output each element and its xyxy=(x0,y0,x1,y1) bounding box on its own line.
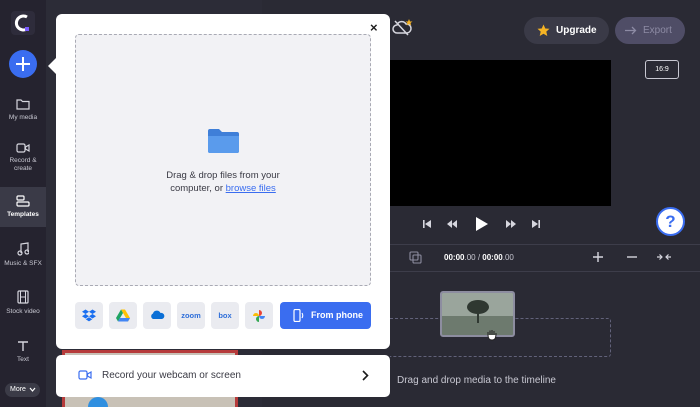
popup-pointer xyxy=(48,58,56,74)
grab-hand-cursor-icon xyxy=(487,330,497,341)
video-camera-icon xyxy=(16,143,30,153)
timeline-drop-hint: Drag and drop media to the timeline xyxy=(397,375,556,386)
record-label: Record your webcam or screen xyxy=(102,370,241,381)
skip-to-start-icon[interactable] xyxy=(422,219,432,229)
timeline-toolbar xyxy=(390,244,700,272)
google-photos-icon xyxy=(253,310,265,322)
rewind-icon[interactable] xyxy=(446,219,458,229)
left-rail: My media Record & create Templates Music … xyxy=(0,0,46,407)
fast-forward-icon[interactable] xyxy=(505,219,517,229)
help-button[interactable]: ? xyxy=(656,207,685,236)
onedrive-button[interactable] xyxy=(143,302,171,329)
arrow-right-icon xyxy=(625,26,637,35)
clipchamp-logo-icon[interactable] xyxy=(9,9,37,37)
file-drop-area[interactable] xyxy=(75,34,371,286)
box-button[interactable]: box xyxy=(211,302,239,329)
zoom-in-icon[interactable] xyxy=(592,251,604,263)
export-label: Export xyxy=(643,25,672,36)
onedrive-icon xyxy=(151,310,165,319)
video-preview xyxy=(390,60,611,206)
export-button[interactable]: Export xyxy=(615,17,685,44)
google-drive-button[interactable] xyxy=(109,302,137,329)
box-logo-text: box xyxy=(218,311,232,320)
sidebar-item-music-sfx[interactable]: Music & SFX xyxy=(0,242,46,268)
chevron-right-icon xyxy=(362,370,369,381)
from-phone-button[interactable]: From phone xyxy=(280,302,371,329)
sidebar-item-my-media[interactable]: My media xyxy=(0,98,46,122)
drop-instructions: Drag & drop files from your computer, or… xyxy=(166,170,280,194)
dragged-media-clip[interactable] xyxy=(440,291,515,337)
google-drive-icon xyxy=(116,309,130,322)
clip-thumbnail-trunk xyxy=(477,311,479,323)
folder-icon xyxy=(208,129,239,153)
more-label: More xyxy=(10,386,26,393)
sidebar-item-record-create[interactable]: Record & create xyxy=(0,143,46,173)
video-camera-icon xyxy=(78,370,92,380)
music-note-icon xyxy=(17,242,29,256)
aspect-ratio-button[interactable]: 16:9 xyxy=(645,60,679,79)
dropbox-button[interactable] xyxy=(75,302,103,329)
google-photos-button[interactable] xyxy=(245,302,273,329)
browse-files-link[interactable]: browse files xyxy=(226,183,276,194)
sidebar-item-label: Music & SFX xyxy=(4,260,42,267)
create-new-button[interactable] xyxy=(9,50,37,78)
cloud-sync-icon[interactable] xyxy=(392,18,414,41)
sidebar-item-label: Templates xyxy=(7,211,39,218)
fit-timeline-icon[interactable] xyxy=(656,253,672,261)
zoom-logo-text: zoom xyxy=(181,311,201,320)
sidebar-item-stock-video[interactable]: Stock video xyxy=(0,290,46,316)
film-icon xyxy=(17,290,29,304)
text-icon xyxy=(18,341,28,351)
sidebar-item-templates[interactable]: Templates xyxy=(0,187,46,227)
zoom-button[interactable]: zoom xyxy=(177,302,205,329)
sidebar-item-label: Stock video xyxy=(6,308,40,315)
more-button[interactable]: More xyxy=(5,383,40,397)
record-webcam-screen-option[interactable]: Record your webcam or screen xyxy=(56,355,390,397)
close-popup-button[interactable]: × xyxy=(370,21,378,34)
play-icon[interactable] xyxy=(475,216,489,232)
timecode: 00:00.00 / 00:00.00 xyxy=(444,253,514,262)
chevron-down-icon xyxy=(29,387,36,392)
sidebar-item-label: Text xyxy=(17,356,29,363)
sidebar-item-label: My media xyxy=(8,114,38,121)
dropbox-icon xyxy=(82,309,96,322)
sidebar-item-label: Record & create xyxy=(9,157,37,172)
upgrade-button[interactable]: Upgrade xyxy=(524,17,609,44)
templates-icon xyxy=(16,195,30,207)
phone-icon xyxy=(293,309,304,322)
upgrade-label: Upgrade xyxy=(556,25,597,36)
star-icon xyxy=(537,24,550,36)
folder-icon xyxy=(16,99,30,110)
zoom-out-icon[interactable] xyxy=(626,251,638,263)
sidebar-item-text[interactable]: Text xyxy=(0,340,46,364)
duplicate-icon[interactable] xyxy=(409,251,422,264)
from-phone-label: From phone xyxy=(311,310,363,320)
skip-to-end-icon[interactable] xyxy=(531,219,541,229)
